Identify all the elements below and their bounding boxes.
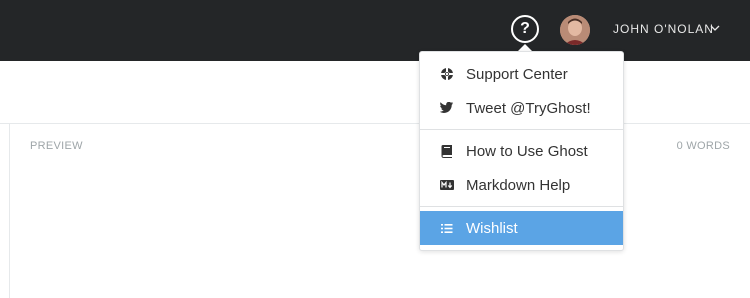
lifebuoy-icon — [440, 67, 454, 81]
dropdown-pointer — [518, 44, 532, 51]
menu-divider — [420, 129, 623, 130]
user-avatar-icon — [560, 15, 590, 45]
word-count: 0 WORDS — [676, 140, 730, 152]
editor-header — [0, 61, 750, 124]
menu-item-support-center[interactable]: Support Center — [420, 57, 623, 91]
pane-divider — [9, 124, 10, 298]
twitter-icon — [440, 101, 454, 115]
book-icon — [440, 144, 454, 158]
top-navigation-bar: ? JOHN O'NOLAN — [0, 0, 750, 61]
avatar[interactable] — [560, 15, 590, 45]
menu-item-how-to-use[interactable]: How to Use Ghost — [420, 134, 623, 168]
menu-item-wishlist[interactable]: Wishlist — [420, 211, 623, 245]
menu-item-tweet[interactable]: Tweet @TryGhost! — [420, 91, 623, 125]
menu-item-label: Wishlist — [466, 219, 518, 237]
list-icon — [440, 221, 454, 235]
help-icon: ? — [520, 20, 530, 37]
menu-item-label: Markdown Help — [466, 176, 571, 194]
chevron-down-icon[interactable] — [709, 22, 721, 34]
user-menu-name[interactable]: JOHN O'NOLAN — [613, 22, 714, 36]
markdown-icon — [440, 178, 454, 192]
menu-item-label: Tweet @TryGhost! — [466, 99, 591, 117]
help-button[interactable]: ? — [511, 15, 539, 43]
menu-item-label: How to Use Ghost — [466, 142, 588, 160]
menu-item-label: Support Center — [466, 65, 568, 83]
help-dropdown-menu: Support Center Tweet @TryGhost! How to U… — [419, 51, 624, 251]
menu-item-markdown-help[interactable]: Markdown Help — [420, 168, 623, 202]
preview-pane-label: PREVIEW — [30, 140, 83, 152]
menu-divider — [420, 206, 623, 207]
